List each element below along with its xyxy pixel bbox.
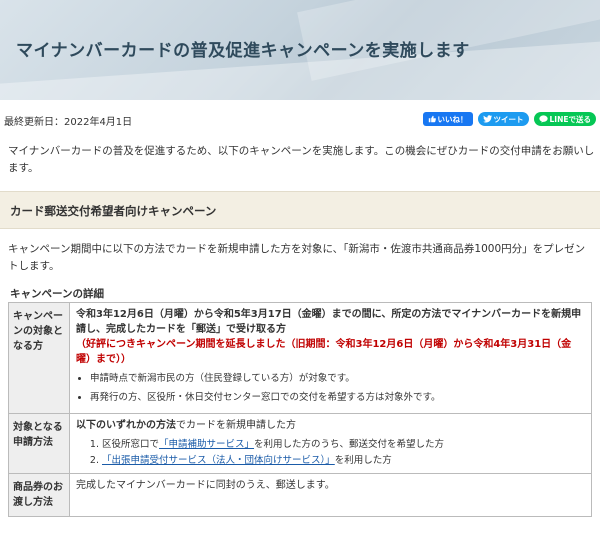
methods-lead-strong: 以下のいずれかの方法 bbox=[76, 420, 176, 431]
methods-lead: 以下のいずれかの方法でカードを新規申請した方 bbox=[76, 418, 585, 433]
method-suffix: を利用した方のうち、郵送交付を希望した方 bbox=[254, 439, 445, 450]
line-share-button[interactable]: LINEで送る bbox=[533, 112, 596, 126]
extension-notice: （好評につきキャンペーン期間を延長しました（旧期間：令和3年12月6日（月曜）か… bbox=[76, 339, 572, 365]
twitter-tweet-label: ツイート bbox=[493, 114, 524, 124]
bird-icon bbox=[482, 115, 492, 123]
list-item: 「出張申請受付サービス（法人・団体向けサービス）」を利用した方 bbox=[102, 453, 585, 468]
campaign-description: キャンペーン期間中に以下の方法でカードを新規申請した方を対象に、「新潟市・佐渡市… bbox=[8, 243, 586, 272]
thumbs-up-icon bbox=[428, 115, 436, 123]
eligibility-notes: 申請時点で新潟市民の方（住民登録している方）が対象です。 再発行の方、区役所・休… bbox=[76, 371, 585, 405]
table-row: 対象となる申請方法 以下のいずれかの方法でカードを新規申請した方 区役所窓口で「… bbox=[8, 413, 592, 474]
table-row: キャンペーンの対象となる方 令和3年12月6日（月曜）から令和5年3月17日（金… bbox=[8, 302, 592, 414]
section-heading: カード郵送交付希望者向けキャンペーン bbox=[10, 204, 217, 218]
twitter-tweet-button[interactable]: ツイート bbox=[477, 112, 529, 126]
row-content: 令和3年12月6日（月曜）から令和5年3月17日（金曜）までの間に、所定の方法で… bbox=[69, 302, 592, 414]
row-header: 商品券のお渡し方法 bbox=[8, 473, 70, 517]
onsite-service-link[interactable]: 「出張申請受付サービス（法人・団体向けサービス）」 bbox=[102, 455, 335, 466]
list-item: 区役所窓口で「申請補助サービス」を利用した方のうち、郵送交付を希望した方 bbox=[102, 437, 585, 452]
page-title: マイナンバーカードの普及促進キャンペーンを実施します bbox=[16, 41, 470, 61]
row-header: キャンペーンの対象となる方 bbox=[8, 302, 70, 414]
campaign-detail-table: キャンペーンの対象となる方 令和3年12月6日（月曜）から令和5年3月17日（金… bbox=[8, 302, 592, 517]
table-row: 商品券のお渡し方法 完成したマイナンバーカードに同封のうえ、郵送します。 bbox=[8, 473, 592, 517]
last-updated: 最終更新日：2022年4月1日 bbox=[4, 117, 133, 128]
section-heading-bar: カード郵送交付希望者向けキャンペーン bbox=[0, 191, 600, 229]
facebook-like-label: いいね！ bbox=[437, 114, 468, 124]
eligibility-text: 令和3年12月6日（月曜）から令和5年3月17日（金曜）までの間に、所定の方法で… bbox=[76, 309, 582, 335]
row-header: 対象となる申請方法 bbox=[8, 413, 70, 474]
methods-list: 区役所窓口で「申請補助サービス」を利用した方のうち、郵送交付を希望した方 「出張… bbox=[76, 437, 585, 468]
line-share-label: LINEで送る bbox=[549, 114, 591, 124]
line-logo-icon bbox=[538, 115, 548, 123]
facebook-like-button[interactable]: いいね！ bbox=[422, 112, 473, 126]
assist-service-link[interactable]: 「申請補助サービス」 bbox=[159, 439, 254, 450]
page-header: マイナンバーカードの普及促進キャンペーンを実施します bbox=[0, 0, 600, 100]
methods-lead-rest: でカードを新規申請した方 bbox=[176, 420, 296, 431]
row-content: 完成したマイナンバーカードに同封のうえ、郵送します。 bbox=[69, 473, 592, 517]
list-item: 申請時点で新潟市民の方（住民登録している方）が対象です。 bbox=[90, 371, 585, 386]
method-suffix: を利用した方 bbox=[334, 455, 392, 466]
share-buttons: いいね！ ツイート LINEで送る bbox=[422, 112, 596, 126]
list-item: 再発行の方、区役所・休日交付センター窓口での交付を希望する方は対象外です。 bbox=[90, 390, 585, 405]
row-content: 以下のいずれかの方法でカードを新規申請した方 区役所窓口で「申請補助サービス」を… bbox=[69, 413, 592, 474]
method-prefix: 区役所窓口で bbox=[102, 439, 160, 450]
intro-paragraph: マイナンバーカードの普及を促進するため、以下のキャンペーンを実施します。この機会… bbox=[8, 145, 595, 174]
detail-title: キャンペーンの詳細 bbox=[10, 288, 104, 300]
meta-row: 最終更新日：2022年4月1日 いいね！ ツイート LINEで送る bbox=[0, 110, 600, 130]
